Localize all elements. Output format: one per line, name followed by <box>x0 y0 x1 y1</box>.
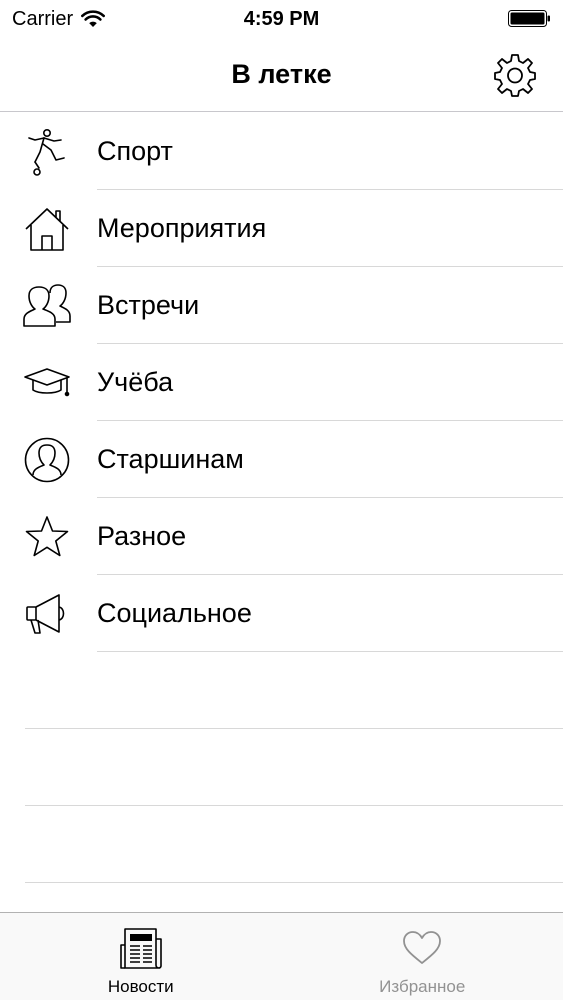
category-label: Разное <box>97 521 187 551</box>
empty-row <box>0 806 563 883</box>
settings-button[interactable] <box>491 51 539 99</box>
people-icon <box>23 282 71 330</box>
category-row-study[interactable]: Учёба <box>0 344 563 421</box>
heart-icon <box>399 925 445 971</box>
category-label: Социальное <box>97 598 252 628</box>
status-bar: Carrier 4:59 PM <box>0 0 563 38</box>
category-row-seniors[interactable]: Старшинам <box>0 421 563 498</box>
category-label: Старшинам <box>97 444 244 474</box>
tab-label: Избранное <box>379 977 466 996</box>
status-time: 4:59 PM <box>243 8 320 30</box>
newspaper-icon <box>118 925 164 971</box>
megaphone-icon <box>23 590 71 638</box>
star-icon <box>23 513 71 561</box>
category-row-misc[interactable]: Разное <box>0 498 563 575</box>
category-label: Встречи <box>97 290 200 320</box>
house-icon <box>23 205 71 253</box>
empty-row <box>0 729 563 806</box>
tab-news[interactable]: Новости <box>0 913 282 1000</box>
row-divider <box>25 882 563 883</box>
category-label: Учёба <box>97 367 174 397</box>
category-label: Спорт <box>97 136 173 166</box>
category-row-sport[interactable]: Спорт <box>0 113 563 190</box>
graduation-cap-icon <box>23 359 71 407</box>
category-label: Мероприятия <box>97 213 267 243</box>
category-row-social[interactable]: Социальное <box>0 575 563 652</box>
battery-icon <box>508 10 550 27</box>
category-row-events[interactable]: Мероприятия <box>0 190 563 267</box>
navigation-bar: В летке <box>0 38 563 112</box>
person-circle-icon <box>23 436 71 484</box>
soccer-player-icon <box>23 128 71 176</box>
gear-icon <box>494 54 536 97</box>
empty-row <box>0 652 563 729</box>
tab-favorites[interactable]: Избранное <box>282 913 563 1000</box>
page-title: В летке <box>231 59 332 89</box>
tab-label: Новости <box>107 977 174 996</box>
category-list: Спорт Мероприятия Встречи Учёба Старшина… <box>0 113 563 883</box>
tab-bar: Новости Избранное <box>0 912 563 1000</box>
category-row-meetings[interactable]: Встречи <box>0 267 563 344</box>
